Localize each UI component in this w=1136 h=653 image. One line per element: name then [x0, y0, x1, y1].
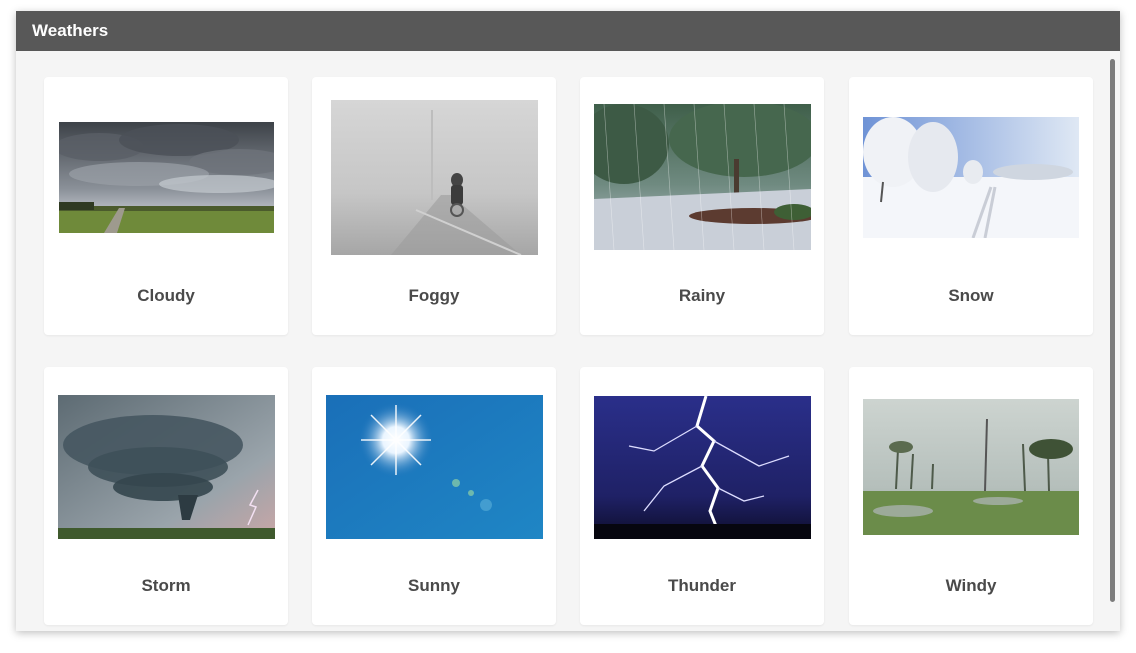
weather-card-rainy[interactable]: Rainy — [580, 77, 824, 335]
weather-card-cloudy[interactable]: Cloudy — [44, 77, 288, 335]
weather-card-thunder[interactable]: Thunder — [580, 367, 824, 625]
weathers-window: Weathers Cloudy Foggy Rainy Snow Storm S… — [16, 11, 1120, 631]
weather-card-foggy[interactable]: Foggy — [312, 77, 556, 335]
weather-card-sunny[interactable]: Sunny — [312, 367, 556, 625]
weather-label: Thunder — [668, 576, 736, 595]
cloudy-image — [44, 77, 288, 277]
snow-image — [849, 77, 1093, 277]
sunny-image — [312, 367, 556, 567]
weather-grid: Cloudy Foggy Rainy Snow Storm Sunny Thun… — [44, 77, 1094, 631]
vertical-scrollbar[interactable] — [1110, 59, 1115, 602]
windy-image — [849, 367, 1093, 567]
weather-label: Foggy — [408, 286, 460, 305]
weather-label: Windy — [945, 576, 997, 595]
weather-label: Snow — [948, 286, 994, 305]
weather-card-storm[interactable]: Storm — [44, 367, 288, 625]
rainy-image — [580, 77, 824, 277]
weather-card-snow[interactable]: Snow — [849, 77, 1093, 335]
thunder-image — [580, 367, 824, 567]
weather-label: Rainy — [678, 286, 726, 305]
storm-image — [44, 367, 288, 567]
foggy-image — [312, 77, 556, 277]
window-title: Weathers — [16, 11, 1120, 51]
weather-label: Cloudy — [137, 286, 195, 305]
weather-label: Storm — [141, 576, 191, 595]
weather-card-windy[interactable]: Windy — [849, 367, 1093, 625]
weather-label: Sunny — [408, 576, 460, 595]
